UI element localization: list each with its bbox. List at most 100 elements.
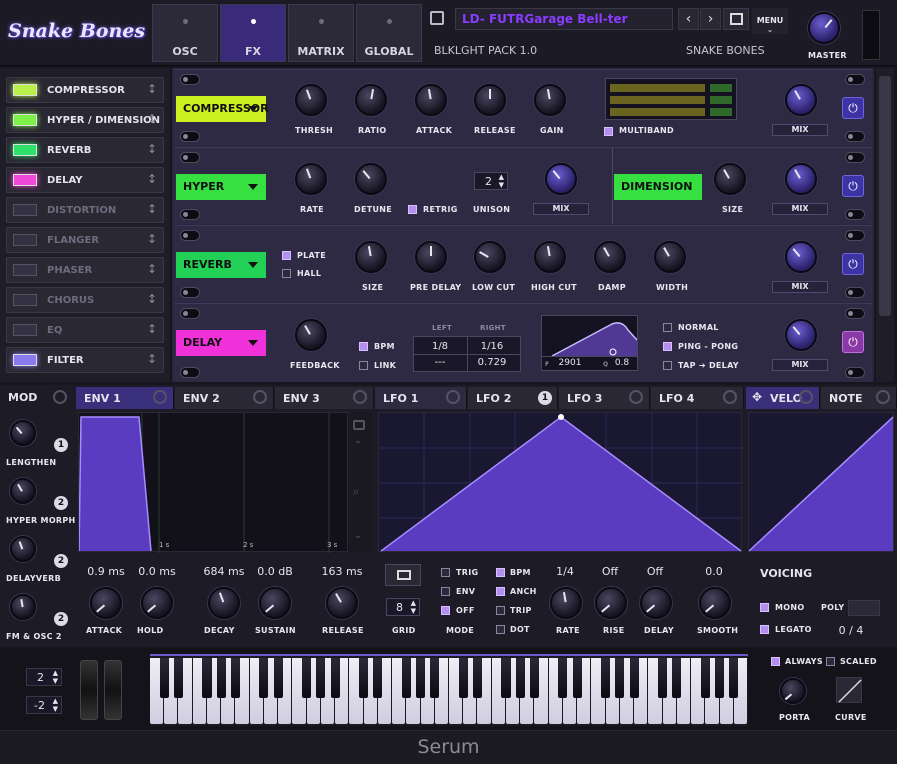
scaled-checkbox[interactable] xyxy=(826,657,835,666)
macro-1-knob[interactable] xyxy=(10,420,36,446)
black-key[interactable] xyxy=(572,658,582,698)
black-key[interactable] xyxy=(458,658,468,698)
zoom-icon[interactable]: ⌕ xyxy=(353,485,359,499)
reorder-icon[interactable]: ↕ xyxy=(147,112,157,126)
dimension-mix-knob[interactable] xyxy=(785,163,817,195)
reverb-damp-knob[interactable] xyxy=(594,241,626,273)
attack-knob[interactable] xyxy=(415,84,447,116)
tab-osc[interactable]: OSC xyxy=(152,4,218,62)
browser-icon[interactable] xyxy=(723,8,749,30)
black-key[interactable] xyxy=(729,658,739,698)
black-key[interactable] xyxy=(316,658,326,698)
black-key[interactable] xyxy=(714,658,725,698)
multiband-checkbox[interactable] xyxy=(604,127,613,136)
delay-power-button[interactable]: ⏻ xyxy=(842,331,864,353)
hyper-toggle-switch[interactable] xyxy=(180,152,200,163)
pingpong-checkbox[interactable] xyxy=(663,342,672,351)
fx-enable-led[interactable] xyxy=(13,354,37,366)
fx-slot-eq[interactable]: EQ ↕ xyxy=(6,317,164,343)
pitch-down-stepper[interactable]: -2 ▲ ▼ xyxy=(26,696,62,714)
retrig-checkbox[interactable] xyxy=(408,205,417,214)
legato-checkbox[interactable] xyxy=(760,625,769,634)
pitch-wheel[interactable] xyxy=(80,660,98,720)
thresh-knob[interactable] xyxy=(295,84,327,116)
delay-right-time[interactable]: 1/16 xyxy=(470,341,514,352)
dot-checkbox[interactable] xyxy=(496,625,505,634)
black-key[interactable] xyxy=(330,658,340,698)
reorder-icon[interactable]: ↕ xyxy=(147,322,157,336)
delay-right-switch[interactable] xyxy=(845,308,865,319)
reorder-icon[interactable]: ↕ xyxy=(147,82,157,96)
hyper-detune-knob[interactable] xyxy=(355,163,387,195)
delay-name-dropdown[interactable]: DELAY xyxy=(176,330,266,356)
hyper-power-button[interactable]: ⏻ xyxy=(842,175,864,197)
gain-knob[interactable] xyxy=(534,84,566,116)
hyper-lower-switch[interactable] xyxy=(180,209,200,220)
reverb-mix-knob[interactable] xyxy=(785,241,817,273)
fx-slot-flanger[interactable]: FLANGER ↕ xyxy=(6,227,164,253)
feedback-knob[interactable] xyxy=(295,319,327,351)
reverb-toggle-switch[interactable] xyxy=(180,230,200,241)
reverb-predelay-knob[interactable] xyxy=(415,241,447,273)
reverb-lowcut-knob[interactable] xyxy=(474,241,506,273)
envelope-display[interactable]: 1 s 2 s 3 s xyxy=(78,412,348,553)
black-key[interactable] xyxy=(259,658,269,698)
grid-stepper[interactable]: 8 ▲ ▼ xyxy=(386,598,420,616)
delay-left-offset[interactable]: --- xyxy=(418,357,462,368)
fx-slot-compressor[interactable]: COMPRESSOR ↕ xyxy=(6,77,164,103)
fx-slot-delay[interactable]: DELAY ↕ xyxy=(6,167,164,193)
poly-voices-field[interactable] xyxy=(848,600,880,616)
black-key[interactable] xyxy=(273,658,283,698)
reverb-right-switch[interactable] xyxy=(845,230,865,241)
reorder-icon[interactable]: ↕ xyxy=(147,262,157,276)
fx-enable-led[interactable] xyxy=(13,144,37,156)
black-key[interactable] xyxy=(230,658,240,698)
prev-preset-button[interactable]: ‹ xyxy=(678,8,699,30)
compressor-name-dropdown[interactable]: COMPRESSOR xyxy=(176,96,269,122)
fx-slot-reverb[interactable]: REVERB ↕ xyxy=(6,137,164,163)
master-volume-knob[interactable] xyxy=(808,12,840,44)
reorder-icon[interactable]: ↕ xyxy=(147,202,157,216)
black-key[interactable] xyxy=(601,658,611,698)
link-checkbox[interactable] xyxy=(359,361,368,370)
off-checkbox[interactable] xyxy=(441,606,450,615)
fx-enable-led[interactable] xyxy=(13,204,37,216)
porta-knob[interactable] xyxy=(780,678,806,704)
black-key[interactable] xyxy=(173,658,184,698)
pitch-up-stepper[interactable]: 2 ▲ ▼ xyxy=(26,668,62,686)
env-release-knob[interactable] xyxy=(326,587,358,619)
black-key[interactable] xyxy=(501,658,511,698)
always-checkbox[interactable] xyxy=(771,657,780,666)
release-knob[interactable] xyxy=(474,84,506,116)
hall-checkbox[interactable] xyxy=(282,269,291,278)
tab-matrix[interactable]: MATRIX xyxy=(288,4,354,62)
tab-lfo2[interactable]: LFO 2 1 xyxy=(468,387,558,409)
reorder-icon[interactable]: ↕ xyxy=(147,172,157,186)
tab-fx[interactable]: FX xyxy=(220,4,286,62)
fx-enable-led[interactable] xyxy=(13,114,37,126)
fx-enable-led[interactable] xyxy=(13,84,37,96)
compressor-lower-right-switch[interactable] xyxy=(845,131,865,142)
lfo-folder-button[interactable] xyxy=(385,564,421,586)
black-key[interactable] xyxy=(529,658,539,698)
fx-enable-led[interactable] xyxy=(13,174,37,186)
lfo-rise-knob[interactable] xyxy=(595,587,627,619)
black-key[interactable] xyxy=(415,658,426,698)
tab-env2[interactable]: ENV 2 xyxy=(175,387,274,409)
black-key[interactable] xyxy=(401,658,411,698)
compressor-power-button[interactable]: ⏻ xyxy=(842,97,864,119)
lock-icon[interactable] xyxy=(353,420,365,430)
trip-checkbox[interactable] xyxy=(496,606,505,615)
tab-lfo1[interactable]: LFO 1 xyxy=(375,387,467,409)
lfo-delay-knob[interactable] xyxy=(640,587,672,619)
lfo-rate-knob[interactable] xyxy=(550,587,582,619)
env-hold-knob[interactable] xyxy=(141,587,173,619)
delay-toggle-switch[interactable] xyxy=(180,308,200,319)
chevron-up-icon[interactable]: ⌃ xyxy=(354,440,362,451)
reverb-width-knob[interactable] xyxy=(654,241,686,273)
delay-lower-switch[interactable] xyxy=(180,367,200,378)
tab-global[interactable]: GLOBAL xyxy=(356,4,422,62)
tab-note[interactable]: NOTE xyxy=(821,387,897,409)
hyper-rate-knob[interactable] xyxy=(295,163,327,195)
delay-filter-freq[interactable]: 2901 xyxy=(553,358,587,368)
